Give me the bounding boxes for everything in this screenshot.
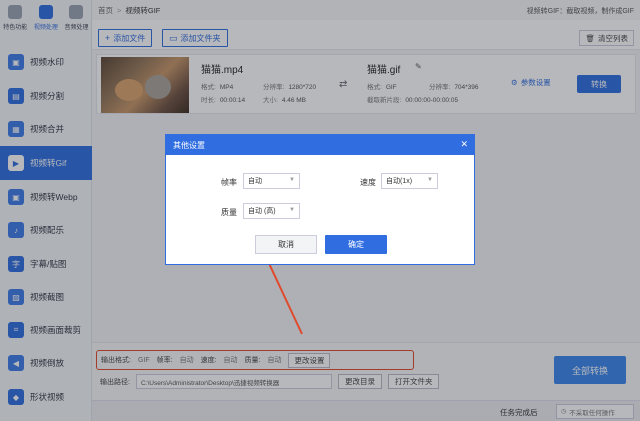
- chevron-down-icon: ▼: [289, 177, 295, 183]
- dialog-header: 其他设置 ✕: [166, 135, 474, 155]
- speed-label: 速度: [360, 178, 376, 187]
- quality-value: 自动 (高): [248, 208, 276, 215]
- speed-value: 自动(1x): [386, 178, 413, 185]
- close-icon[interactable]: ✕: [460, 139, 468, 150]
- other-settings-dialog: 其他设置 ✕ 帧率 自动 ▼ 速度 自动(1x) ▼ 质量 自动 (高) ▼ 取…: [165, 134, 475, 265]
- quality-label: 质量: [221, 208, 237, 217]
- chevron-down-icon: ▼: [289, 207, 295, 213]
- framerate-label: 帧率: [221, 178, 237, 187]
- quality-select[interactable]: 自动 (高) ▼: [243, 203, 300, 219]
- chevron-down-icon: ▼: [427, 177, 433, 183]
- framerate-select[interactable]: 自动 ▼: [243, 173, 300, 189]
- ok-button[interactable]: 确定: [325, 235, 387, 254]
- framerate-value: 自动: [248, 178, 262, 185]
- cancel-button[interactable]: 取消: [255, 235, 317, 254]
- dialog-title: 其他设置: [173, 140, 205, 150]
- speed-select[interactable]: 自动(1x) ▼: [381, 173, 438, 189]
